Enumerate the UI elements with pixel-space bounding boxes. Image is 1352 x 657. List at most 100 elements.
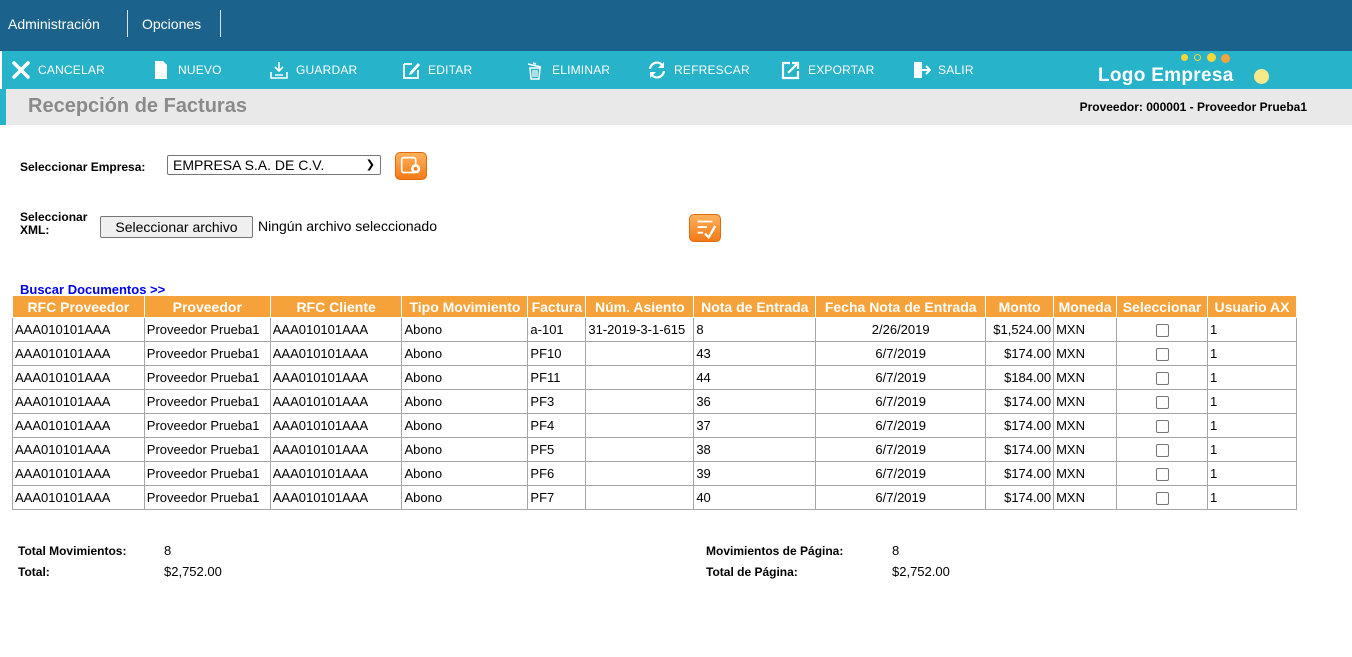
table-row[interactable]: AAA010101AAA Proveedor Prueba1 AAA010101AA… [12,389,1298,414]
company-logo: Logo Empresa [1098,51,1298,89]
column-header[interactable]: Proveedor [143,295,271,318]
column-header[interactable]: Seleccionar [1116,295,1208,318]
column-header[interactable]: Tipo Movimiento [401,295,529,318]
cell-num-asiento [585,461,695,486]
cell-factura: PF11 [527,365,587,390]
cell-seleccionar [1116,389,1208,414]
cell-rfc-proveedor: AAA010101AAA [12,365,145,390]
select-checkbox[interactable] [1155,444,1169,458]
top-menu-bar: Administración Opciones [0,0,1352,51]
title-bar: Recepción de Facturas Proveedor: 000001 … [6,89,1352,125]
select-file-button[interactable]: Seleccionar archivo [100,216,253,238]
upload-xml-button[interactable] [689,214,721,242]
edit-button[interactable]: EDITAR [400,51,472,89]
exit-icon [910,59,932,81]
cell-num-asiento [585,365,695,390]
cell-num-asiento [585,413,695,438]
column-header[interactable]: Factura [527,295,587,318]
select-checkbox[interactable] [1155,348,1169,362]
cell-seleccionar [1116,485,1208,510]
select-checkbox[interactable] [1155,420,1169,434]
select-checkbox[interactable] [1155,324,1169,338]
menu-separator [220,10,221,37]
column-header[interactable]: Núm. Asiento [585,295,695,318]
table-row[interactable]: AAA010101AAA Proveedor Prueba1 AAA010101AA… [12,437,1298,462]
cell-nota-entrada: 8 [693,317,817,342]
select-checkbox[interactable] [1155,468,1169,482]
cell-tipo-movimiento: Abono [401,413,529,438]
empresa-settings-button[interactable] [395,152,427,180]
document-icon [150,59,172,81]
cell-factura: PF5 [527,437,587,462]
exit-button[interactable]: SALIR [910,51,974,89]
column-header[interactable]: Usuario AX [1206,295,1298,318]
export-icon [780,59,802,81]
invoices-table: RFC Proveedor Proveedor RFC Cliente Tipo… [12,295,1298,510]
cell-num-asiento [585,341,695,366]
export-button[interactable]: EXPORTAR [780,51,875,89]
table-row[interactable]: AAA010101AAA Proveedor Prueba1 AAA010101AA… [12,413,1298,438]
cell-tipo-movimiento: Abono [401,485,529,510]
column-header[interactable]: Monto [985,295,1055,318]
cell-fecha-nota: 6/7/2019 [815,389,987,414]
edit-label: EDITAR [428,63,473,77]
cell-usuario-ax: 1 [1206,437,1298,462]
cell-rfc-cliente: AAA010101AAA [269,341,403,366]
cell-moneda: MXN [1053,461,1118,486]
select-checkbox[interactable] [1155,396,1169,410]
cell-fecha-nota: 6/7/2019 [815,365,987,390]
save-button[interactable]: GUARDAR [268,51,357,89]
column-header[interactable]: Fecha Nota de Entrada [815,295,987,318]
cell-moneda: MXN [1053,413,1118,438]
cell-monto: $174.00 [985,485,1055,510]
select-checkbox[interactable] [1155,372,1169,386]
column-header[interactable]: RFC Cliente [269,295,403,318]
new-button[interactable]: NUEVO [150,51,222,89]
cell-fecha-nota: 6/7/2019 [815,437,987,462]
checklist-icon [697,220,717,240]
table-row[interactable]: AAA010101AAA Proveedor Prueba1 AAA010101AA… [12,365,1298,390]
cell-nota-entrada: 37 [693,413,817,438]
column-header[interactable]: RFC Proveedor [12,295,145,318]
cell-moneda: MXN [1053,389,1118,414]
delete-button[interactable]: ELIMINAR [524,51,610,89]
total-value: $2,752.00 [164,564,222,579]
menu-administracion[interactable]: Administración [2,0,106,51]
menu-opciones[interactable]: Opciones [136,0,207,51]
column-header[interactable]: Moneda [1053,295,1118,318]
table-row[interactable]: AAA010101AAA Proveedor Prueba1 AAA010101AA… [12,317,1298,342]
cell-rfc-proveedor: AAA010101AAA [12,317,145,342]
cancel-button[interactable]: CANCELAR [10,51,105,89]
cell-usuario-ax: 1 [1206,461,1298,486]
cell-nota-entrada: 38 [693,437,817,462]
cell-nota-entrada: 43 [693,341,817,366]
logo-dot [1207,53,1216,62]
provider-info: Proveedor: 000001 - Proveedor Prueba1 [1079,100,1307,114]
table-row[interactable]: AAA010101AAA Proveedor Prueba1 AAA010101AA… [12,341,1298,366]
table-row[interactable]: AAA010101AAA Proveedor Prueba1 AAA010101AA… [12,461,1298,486]
cell-monto: $1,524.00 [985,317,1055,342]
table-row[interactable]: AAA010101AAA Proveedor Prueba1 AAA010101AA… [12,485,1298,510]
cell-monto: $174.00 [985,413,1055,438]
cell-fecha-nota: 6/7/2019 [815,341,987,366]
cell-rfc-cliente: AAA010101AAA [269,413,403,438]
cell-proveedor: Proveedor Prueba1 [143,413,271,438]
cell-moneda: MXN [1053,341,1118,366]
total-movimientos-label: Total Movimientos: [18,544,127,558]
cell-num-asiento [585,389,695,414]
column-header[interactable]: Nota de Entrada [693,295,817,318]
cell-usuario-ax: 1 [1206,389,1298,414]
cell-seleccionar [1116,413,1208,438]
cell-rfc-proveedor: AAA010101AAA [12,341,145,366]
cell-proveedor: Proveedor Prueba1 [143,341,271,366]
cell-rfc-cliente: AAA010101AAA [269,317,403,342]
cell-rfc-cliente: AAA010101AAA [269,365,403,390]
file-status-text: Ningún archivo seleccionado [258,218,437,234]
refresh-button[interactable]: REFRESCAR [646,51,750,89]
save-label: GUARDAR [296,63,358,77]
cell-proveedor: Proveedor Prueba1 [143,461,271,486]
empresa-select[interactable]: EMPRESA S.A. DE C.V. ❯ [167,155,381,175]
menu-separator [127,10,128,37]
empresa-selected-value: EMPRESA S.A. DE C.V. [173,157,325,173]
select-checkbox[interactable] [1155,492,1169,506]
